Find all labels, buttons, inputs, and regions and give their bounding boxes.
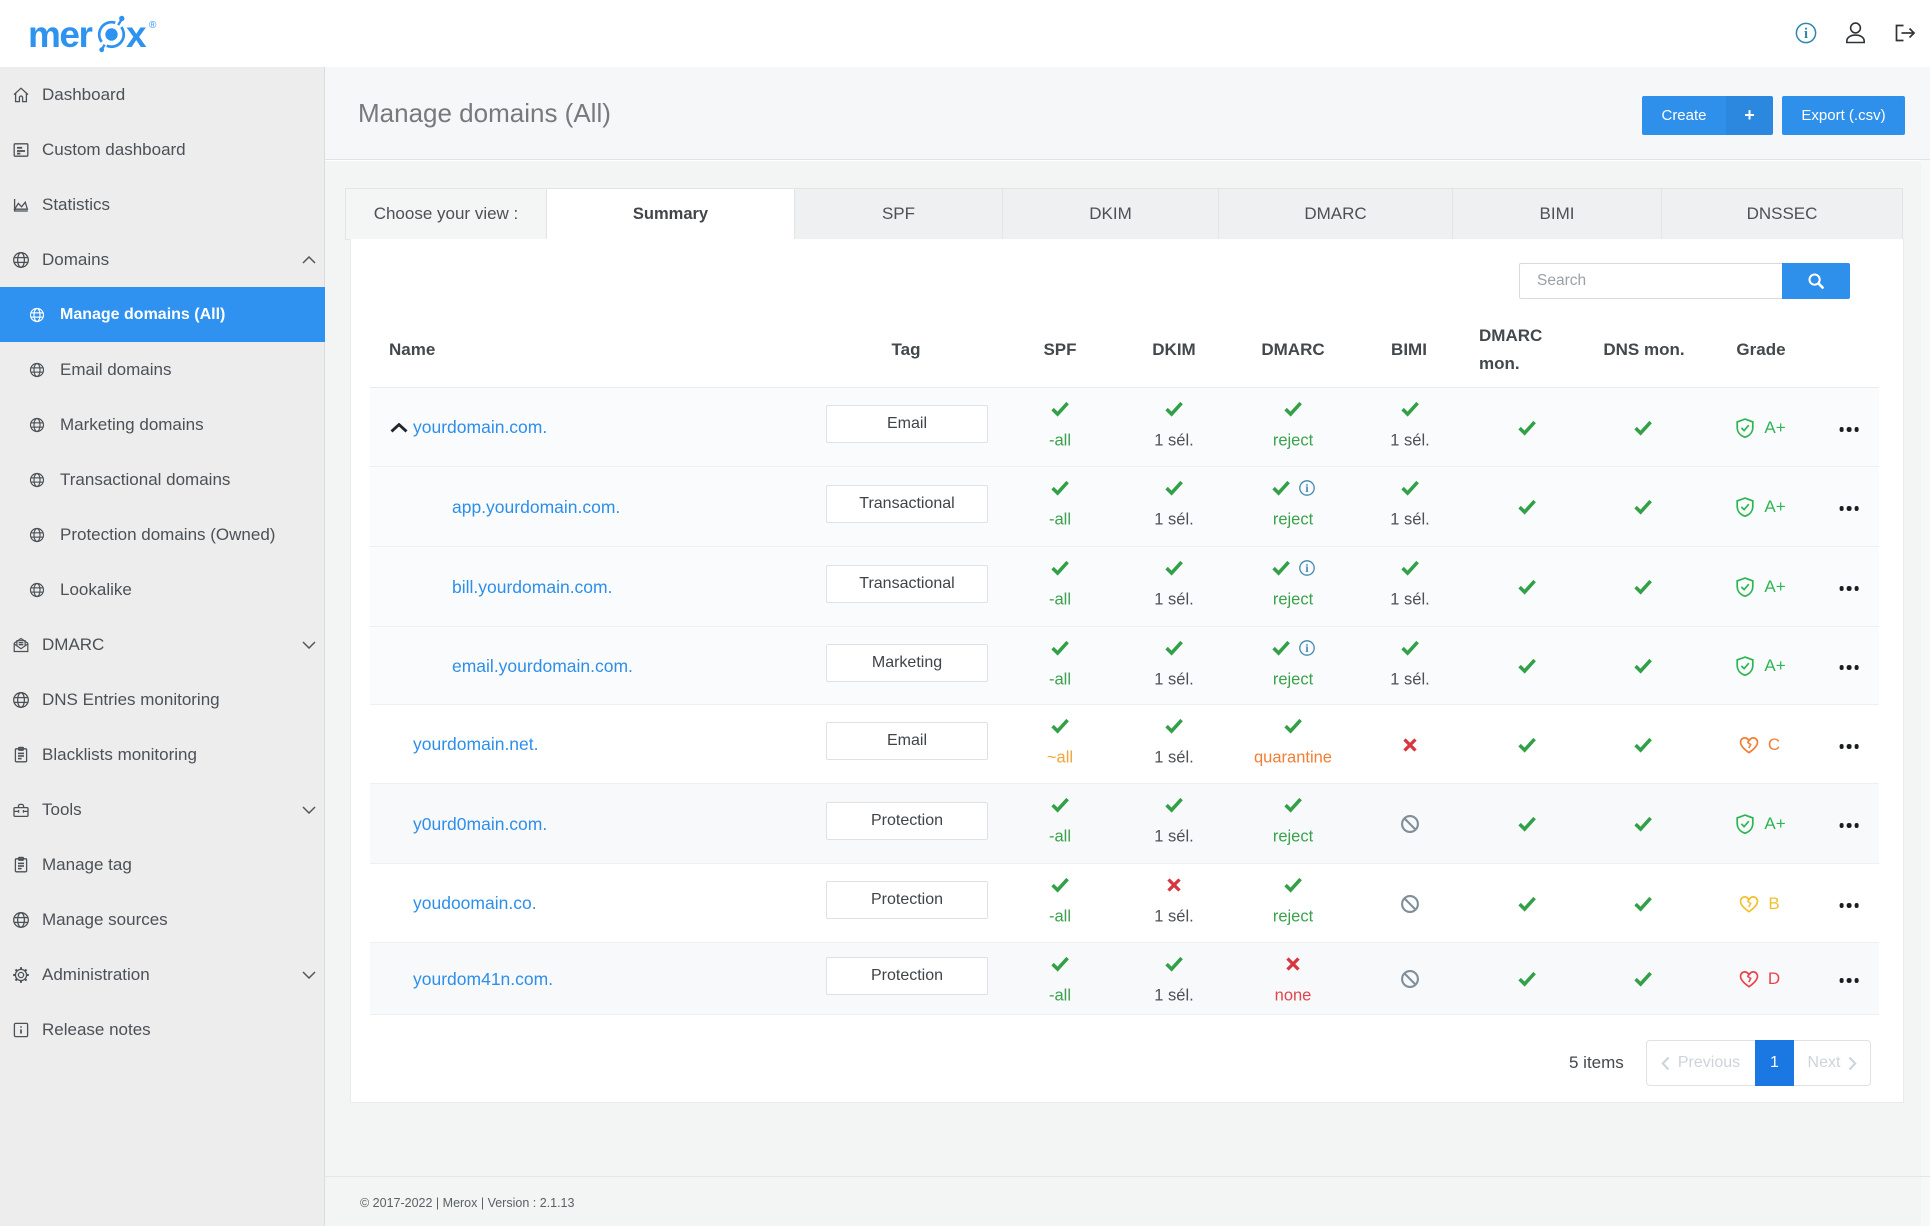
svg-text:i: i	[1305, 563, 1309, 575]
svg-text:i: i	[1305, 483, 1309, 495]
svg-text:i: i	[1305, 643, 1309, 655]
svg-text:i: i	[1804, 26, 1808, 42]
